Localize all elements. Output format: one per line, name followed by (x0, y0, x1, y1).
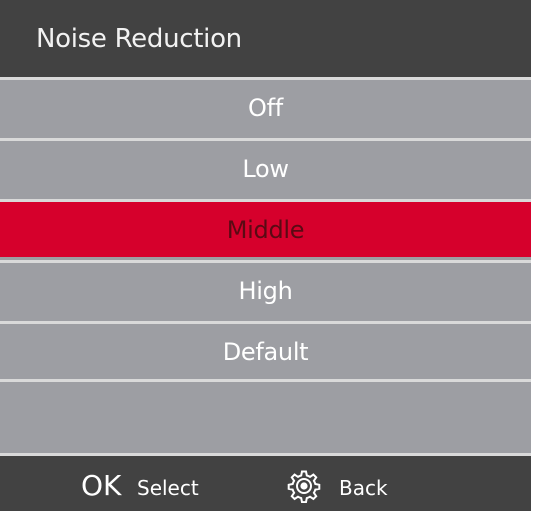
option-high[interactable]: High (0, 260, 531, 318)
option-default[interactable]: Default (0, 321, 531, 379)
option-low[interactable]: Low (0, 138, 531, 196)
option-list: Off Low Middle High Default (0, 77, 531, 453)
noise-reduction-menu: Noise Reduction Off Low Middle High Defa… (0, 0, 531, 511)
empty-row (0, 379, 531, 453)
menu-footer: OK Select Back (0, 453, 531, 511)
option-middle[interactable]: Middle (0, 199, 531, 257)
ok-key-label[interactable]: OK (81, 471, 121, 501)
menu-title: Noise Reduction (36, 24, 242, 54)
gear-icon[interactable] (287, 469, 321, 503)
option-off[interactable]: Off (0, 77, 531, 135)
select-hint: Select (137, 476, 199, 500)
menu-header: Noise Reduction (0, 0, 531, 77)
back-hint: Back (339, 476, 388, 500)
